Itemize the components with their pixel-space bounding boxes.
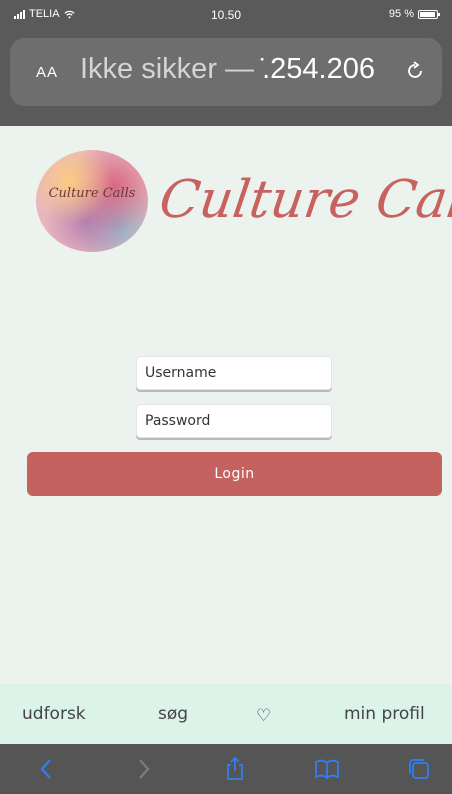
heart-icon[interactable]: ♡: [256, 706, 271, 726]
forward-icon[interactable]: [130, 756, 156, 782]
url-text[interactable]: Ikke sikker — ̇.254.206: [80, 53, 375, 86]
brand-title: Culture Calls: [155, 170, 452, 230]
url-fragment: ̇.254.206: [254, 53, 375, 85]
text-size-button[interactable]: AA: [36, 64, 58, 81]
status-bar: TELIA 10.50 95 %: [0, 0, 452, 30]
nav-item-min-profil[interactable]: min profil: [344, 704, 425, 724]
browser-top-chrome: TELIA 10.50 95 % AA Ikke sikker — ̇.254.…: [0, 0, 452, 126]
back-icon[interactable]: [34, 756, 60, 782]
share-icon[interactable]: [222, 756, 248, 782]
nav-item-udforsk[interactable]: udforsk: [22, 704, 86, 724]
carrier-group: TELIA: [14, 8, 75, 20]
signal-icon: [14, 9, 25, 19]
battery-percent: 95 %: [388, 8, 414, 20]
battery-icon: [418, 9, 440, 19]
battery-group: 95 %: [388, 8, 440, 20]
login-button[interactable]: Login: [27, 452, 442, 496]
logo-image: Culture Calls: [36, 150, 148, 252]
address-bar[interactable]: AA Ikke sikker — ̇.254.206: [10, 38, 442, 106]
password-input[interactable]: [136, 404, 332, 438]
logo-text: Culture Calls: [48, 186, 136, 201]
username-input[interactable]: [136, 356, 332, 390]
wifi-icon: [64, 10, 75, 18]
carrier-name: TELIA: [29, 8, 60, 20]
login-page: Culture Calls Culture Calls Login: [0, 126, 452, 684]
tabs-icon[interactable]: [406, 756, 432, 782]
app-bottom-nav: udforsk søg ♡ min profil: [0, 684, 452, 744]
security-label: Ikke sikker —: [80, 53, 255, 85]
reload-icon[interactable]: [404, 60, 426, 82]
nav-item-soeg[interactable]: søg: [158, 704, 188, 724]
bookmarks-icon[interactable]: [314, 756, 340, 782]
battery-fill: [420, 11, 435, 17]
safari-toolbar: [0, 744, 452, 794]
